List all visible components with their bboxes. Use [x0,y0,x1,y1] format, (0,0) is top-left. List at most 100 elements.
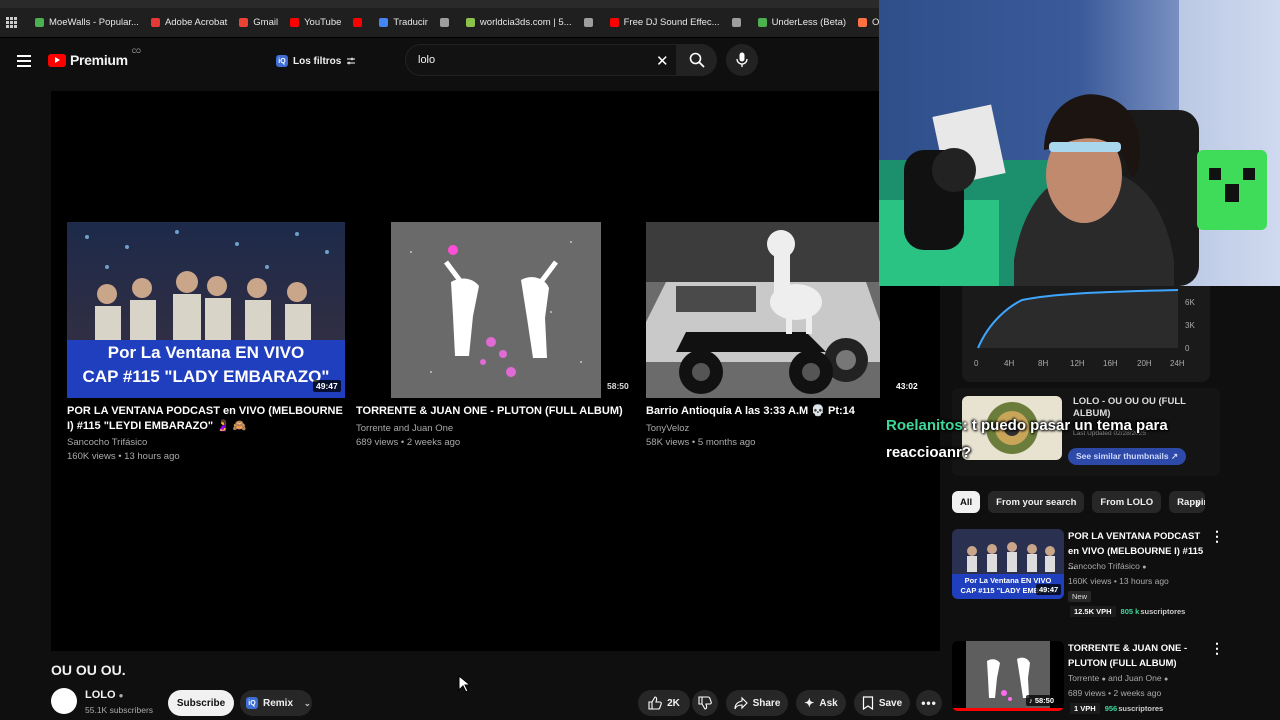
y-tick: 0 [1185,344,1190,353]
bookmark-favicon-icon [583,18,593,27]
subs-count: 805 k [1120,607,1140,616]
x-tick: 16H [1103,359,1118,368]
voice-search-button[interactable] [726,44,758,76]
endscreen-meta-1: 160K views • 13 hours ago [67,451,180,462]
sparkle-icon: ✦ [804,696,815,710]
youtube-logo-icon [48,53,66,67]
endscreen-meta-3: 58K views • 5 months ago [646,437,756,448]
save-button[interactable]: Save [854,690,910,716]
bookmark-item[interactable] [439,18,454,27]
bookmark-item[interactable]: Adobe Acrobat [150,17,227,28]
bookmark-item[interactable]: Gmail [239,17,278,28]
like-button[interactable]: 2K [638,690,690,716]
chip-from-your-search[interactable]: From your search [988,491,1085,513]
ask-button[interactable]: ✦ Ask [796,690,846,716]
bookmark-item[interactable]: YouTube [290,17,341,28]
bookmark-item[interactable]: Traducir [379,17,428,28]
chip-all[interactable]: All [952,491,981,513]
thumbnail-caption-1: Por La Ventana EN VIVO [107,343,305,362]
verified-icon: ● [1142,564,1147,571]
x-tick: 24H [1170,359,1185,368]
chip-from-lolo[interactable]: From LOLO [1092,491,1162,513]
bookmark-favicon-icon [353,18,363,27]
search-input[interactable]: lolo [405,44,677,76]
x-tick: 0 [974,359,979,368]
endscreen-channel-2[interactable]: Torrente and Juan One [356,422,453,436]
channel-avatar[interactable] [51,688,77,714]
subscribe-button[interactable]: Subscribe [168,690,234,716]
x-tick: 20H [1137,359,1152,368]
bookmark-item[interactable]: MoeWalls - Popular... [35,17,139,28]
menu-icon[interactable] [17,55,31,70]
search-button[interactable] [677,44,717,76]
thumbs-down-icon [698,696,712,710]
chevron-right-icon[interactable]: › [1196,495,1201,511]
verified-icon: ● [1163,676,1169,683]
more-vertical-icon[interactable]: ⋮ [1210,640,1224,657]
bookmark-favicon-icon [731,18,741,27]
apps-grid-icon[interactable] [6,17,17,28]
browser-tab-strip [0,0,880,8]
bookmark-item[interactable] [731,18,746,27]
duration-badge: 58:50 [607,381,629,391]
channel-name[interactable]: LOLO ● [85,689,123,701]
clear-search-icon[interactable]: ✕ [656,52,669,70]
bookmark-item[interactable] [353,18,367,27]
new-badge: New [1068,591,1092,602]
endscreen-thumbnail-3[interactable] [646,222,880,398]
bookmark-favicon-icon [150,18,160,27]
related-channel-2[interactable]: Torrente ● and Juan One ● [1068,671,1168,687]
endscreen-title-1[interactable]: POR LA VENTANA PODCAST en VIVO (MELBOURN… [67,404,347,434]
chevron-down-icon: ⌄ [304,698,311,708]
bookmark-item[interactable]: Free DJ Sound Effec... [609,17,720,28]
bookmark-favicon-icon [858,18,868,27]
related-meta-1: 160K views • 13 hours ago [1068,576,1169,586]
youtube-premium-logo[interactable]: Premium CO [48,49,141,68]
more-horizontal-icon: ••• [921,696,937,710]
bookmark-favicon-icon [757,18,767,27]
x-tick: 12H [1070,359,1085,368]
share-icon [734,696,748,710]
related-filter-chips: All From your search From LOLO Rappin [952,491,1206,513]
more-actions-button[interactable]: ••• [916,690,942,716]
bookmark-favicon-icon [290,18,300,27]
duration-badge: ♪ 58:50 [1026,695,1058,706]
bookmark-favicon-icon [609,18,619,27]
vph-badge: 1 VPH [1070,703,1100,714]
iq-icon: iQ [276,55,288,67]
remix-button[interactable]: iQ Remix ⌄ [240,690,312,716]
duration-badge: 49:47 [1036,584,1062,595]
related-stats-1: 12.5K VPH 805 k suscriptores [1070,606,1185,617]
endscreen-channel-1[interactable]: Sancocho Trifásico [67,436,147,450]
bookmark-item[interactable]: worldcia3ds.com | 5... [465,17,572,28]
filters-button[interactable]: iQ Los filtros [270,50,362,72]
y-tick: 6K [1185,298,1195,307]
watch-progress-bar [952,708,1064,711]
bookmark-item[interactable] [583,18,598,27]
filters-label: Los filtros [293,55,342,67]
more-vertical-icon[interactable]: ⋮ [1210,528,1224,545]
bookmark-item[interactable]: UnderLess (Beta) [757,17,846,28]
thumbs-up-icon [648,696,662,710]
share-button[interactable]: Share [726,690,788,716]
subscriber-count: 55.1K subscribers [85,705,154,715]
webcam-overlay [879,0,1280,286]
chat-username: Roelanitos [886,417,963,434]
endscreen-meta-2: 689 views • 2 weeks ago [356,437,461,448]
y-tick: 3K [1185,321,1195,330]
subs-label: suscriptores [1140,607,1186,616]
vph-badge: 12.5K VPH [1070,606,1116,617]
endscreen-title-2[interactable]: TORRENTE & JUAN ONE - PLUTON (FULL ALBUM… [356,404,626,419]
bookmarks-bar: MoeWalls - Popular... Adobe Acrobat Gmail Y… [0,8,962,38]
endscreen-title-3[interactable]: Barrio Antioquía A las 3:33 A.M 💀 Pt:14 [646,404,886,419]
duration-badge: 43:02 [893,380,921,392]
dislike-button[interactable] [692,690,718,716]
duration-badge: 49:47 [313,380,341,392]
verified-icon: ● [118,691,124,700]
related-channel-1[interactable]: Sancocho Trifásico ● [1068,559,1146,575]
endscreen-thumbnail-1[interactable]: Por La Ventana EN VIVO CAP #115 "LADY EM… [67,222,345,398]
endscreen-thumbnail-2[interactable] [391,222,601,398]
related-title-2[interactable]: TORRENTE & JUAN ONE - PLUTON (FULL ALBUM… [1068,641,1208,671]
endscreen-channel-3[interactable]: TonyVeloz [646,422,689,436]
thumbnail-caption-2: CAP #115 "LADY EMBARAZO" [82,367,330,386]
